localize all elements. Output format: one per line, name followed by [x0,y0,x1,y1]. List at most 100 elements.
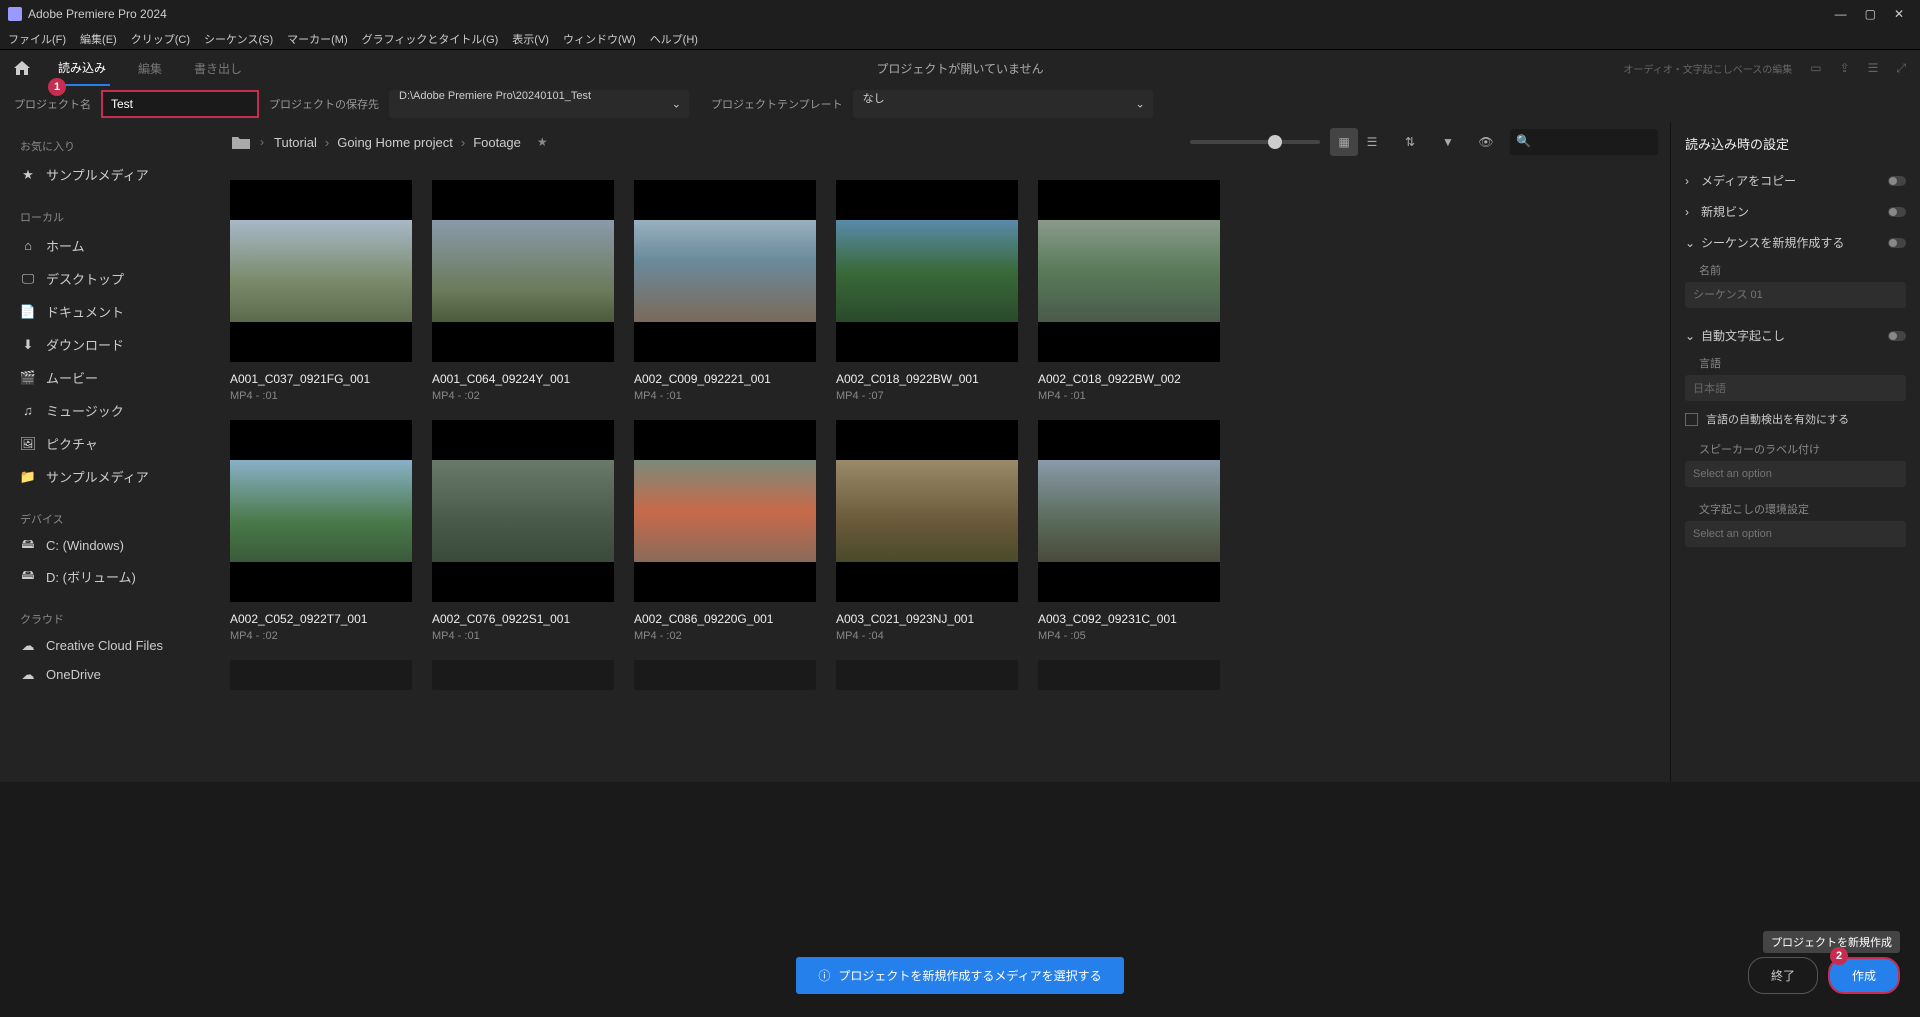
pref-select[interactable] [1685,521,1906,547]
clip-item[interactable]: A003_C021_0923NJ_001MP4 - :04 [836,420,1018,642]
sidebar-item-download[interactable]: ⬇ダウンロード [0,328,220,361]
menu-item[interactable]: ヘルプ(H) [650,31,698,47]
picture-icon: 🖼 [20,437,36,451]
sidebar-item-video[interactable]: 🎬ムービー [0,361,220,394]
clip-item[interactable] [836,660,1018,690]
folder-back-icon[interactable] [232,135,250,149]
clip-item[interactable] [1038,660,1220,690]
clip-item[interactable]: A002_C009_092221_001MP4 - :01 [634,180,816,402]
minimize-icon[interactable]: — [1835,7,1847,21]
share-icon[interactable]: ⇪ [1840,61,1850,75]
clip-item[interactable] [432,660,614,690]
exit-button[interactable]: 終了 [1748,957,1818,994]
menu-item[interactable]: ウィンドウ(W) [563,31,636,47]
grid-view-button[interactable]: ▦ [1330,128,1358,156]
clip-thumbnail [230,420,412,602]
favorite-star-icon[interactable]: ★ [537,135,548,149]
language-label: 言語 [1685,355,1906,371]
clip-thumbnail [836,660,1018,690]
clip-item[interactable]: A002_C018_0922BW_001MP4 - :07 [836,180,1018,402]
template-select[interactable]: なし ⌄ [853,90,1153,118]
toggle-copy-media[interactable] [1888,176,1906,186]
clip-item[interactable]: A002_C052_0922T7_001 MP4 - :02 [230,420,412,642]
clip-item[interactable]: A002_C086_09220G_001 MP4 - :02 [634,420,816,642]
sidebar-item-music[interactable]: ♫ミュージック [0,394,220,427]
menu-icon[interactable]: ☰ [1868,61,1879,75]
sidebar-item-cloud[interactable]: ☁Creative Cloud Files [0,631,220,660]
panel-icon[interactable]: ▭ [1810,61,1821,75]
menu-item[interactable]: 表示(V) [512,31,549,47]
close-icon[interactable]: ✕ [1894,7,1904,21]
sidebar-section-title: デバイス [0,507,220,531]
sidebar-item-label: ホーム [46,236,85,255]
auto-detect-checkbox[interactable] [1685,413,1698,426]
toggle-new-bin[interactable] [1888,207,1906,217]
menu-item[interactable]: マーカー(M) [287,31,348,47]
home-icon[interactable] [14,61,30,75]
maximize-icon[interactable]: ▢ [1865,7,1876,21]
list-view-button[interactable]: ☰ [1358,128,1386,156]
music-icon: ♫ [20,404,36,418]
sort-icon[interactable]: ⇅ [1396,128,1424,156]
menu-item[interactable]: ファイル(F) [8,31,66,47]
sidebar-item-label: C: (Windows) [46,538,124,553]
clip-item[interactable]: A001_C037_0921FG_001MP4 - :01 [230,180,412,402]
clip-thumbnail [230,180,412,362]
seq-name-input[interactable] [1685,282,1906,308]
sidebar-item-folder[interactable]: 📁サンプルメディア [0,460,220,493]
download-icon: ⬇ [20,338,36,352]
video-icon: 🎬 [20,371,36,385]
tab-edit[interactable]: 編集 [134,52,166,85]
search-input[interactable] [1510,129,1658,155]
menu-item[interactable]: 編集(E) [80,31,117,47]
project-name-input[interactable] [101,90,259,118]
project-config-row: 1 プロジェクト名 プロジェクトの保存先 D:\Adobe Premiere P… [0,86,1920,122]
row-create-seq[interactable]: ⌄シーケンスを新規作成する [1685,227,1906,258]
sidebar-section-title: クラウド [0,607,220,631]
clip-meta: MP4 - :01 [634,390,816,402]
tab-export[interactable]: 書き出し [190,52,246,85]
zoom-slider[interactable] [1190,140,1320,144]
clip-item[interactable]: A002_C076_0922S1_001MP4 - :01 [432,420,614,642]
language-select[interactable] [1685,375,1906,401]
clip-name: A002_C086_09220G_001 [634,612,816,626]
toggle-auto-transcribe[interactable] [1888,331,1906,341]
filter-icon[interactable]: ▼ [1434,128,1462,156]
sidebar-item-drive[interactable]: 🖴C: (Windows) [0,531,220,560]
clip-name: A002_C018_0922BW_002 [1038,372,1220,386]
clip-meta: MP4 - :02 [230,630,412,642]
sidebar-item-label: OneDrive [46,667,101,682]
menu-item[interactable]: シーケンス(S) [204,31,273,47]
sidebar-item-picture[interactable]: 🖼ピクチャ [0,427,220,460]
sidebar-item-doc[interactable]: 📄ドキュメント [0,295,220,328]
location-select[interactable]: D:\Adobe Premiere Pro\20240101_Test ⌄ [389,90,689,118]
sidebar: お気に入り★サンプルメディアローカル⌂ホーム🖵デスクトップ📄ドキュメント⬇ダウン… [0,122,220,782]
row-auto-transcribe[interactable]: ⌄自動文字起こし [1685,320,1906,351]
clip-item[interactable]: A001_C064_09224Y_001MP4 - :02 [432,180,614,402]
sidebar-item-star[interactable]: ★サンプルメディア [0,158,220,191]
speaker-select[interactable] [1685,461,1906,487]
menu-item[interactable]: クリップ(C) [131,31,190,47]
breadcrumb-item[interactable]: Going Home project [337,135,453,150]
clip-item[interactable] [230,660,412,690]
fullscreen-icon[interactable]: ⤢ [1896,61,1906,76]
sidebar-item-home[interactable]: ⌂ホーム [0,229,220,262]
sidebar-item-drive[interactable]: 🖴D: (ボリューム) [0,560,220,593]
menu-item[interactable]: グラフィックとタイトル(G) [362,31,499,47]
row-copy-media[interactable]: ›メディアをコピー [1685,165,1906,196]
breadcrumb-item[interactable]: Footage [473,135,521,150]
clip-item[interactable] [634,660,816,690]
clip-name: A001_C037_0921FG_001 [230,372,412,386]
sidebar-item-cloud[interactable]: ☁OneDrive [0,660,220,689]
row-new-bin[interactable]: ›新規ビン [1685,196,1906,227]
clip-item[interactable]: A003_C092_09231C_001MP4 - :05 [1038,420,1220,642]
chevron-right-icon: › [260,135,264,149]
sidebar-item-desktop[interactable]: 🖵デスクトップ [0,262,220,295]
clip-name: A002_C052_0922T7_001 [230,612,412,626]
eye-icon[interactable]: 👁 [1472,128,1500,156]
clip-item[interactable]: A002_C018_0922BW_002MP4 - :01 [1038,180,1220,402]
breadcrumb-item[interactable]: Tutorial [274,135,317,150]
app-icon [8,7,22,21]
clip-meta: MP4 - :02 [634,630,816,642]
toggle-create-seq[interactable] [1888,238,1906,248]
